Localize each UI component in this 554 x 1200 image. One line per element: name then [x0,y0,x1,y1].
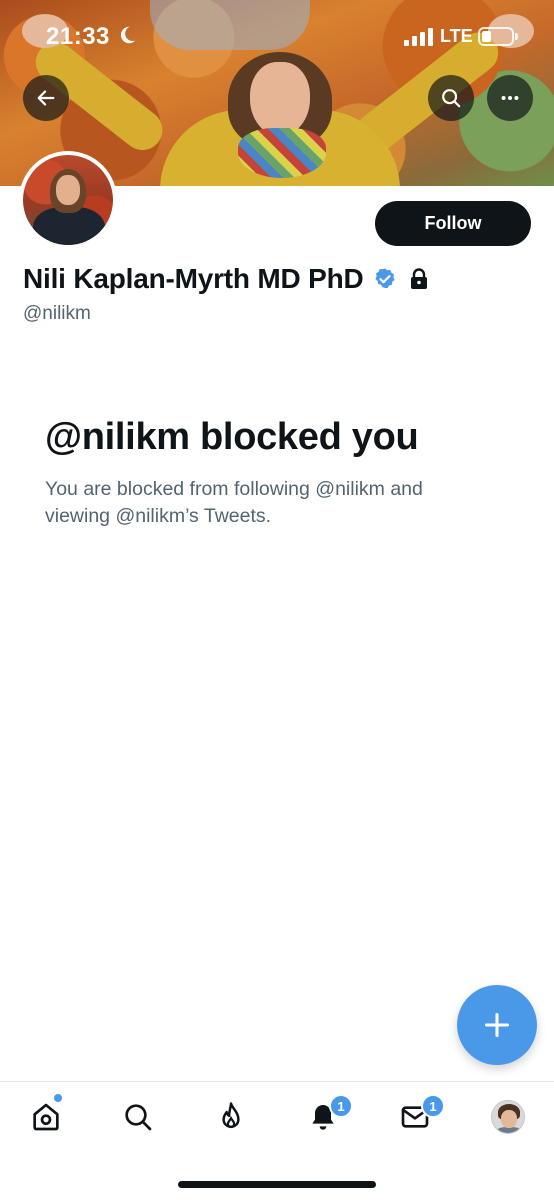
nav-spaces[interactable] [211,1099,251,1135]
home-icon [33,1103,59,1131]
messages-badge: 1 [421,1094,445,1118]
nav-search[interactable] [118,1099,158,1135]
profile-search-button[interactable] [428,75,474,121]
avatar-image [23,155,113,245]
blocked-title: @nilikm blocked you [45,416,419,458]
moon-icon [120,26,136,44]
back-arrow-icon [37,90,55,106]
compose-button[interactable] [457,985,537,1065]
profile-avatar[interactable] [19,151,117,249]
search-icon [125,1104,152,1131]
mini-avatar-shirt [496,1127,522,1133]
more-icon [501,95,519,101]
status-bar: 21:33 LTE [0,0,554,72]
plus-icon [484,1012,510,1038]
search-icon [442,89,461,108]
display-name: Nili Kaplan-Myrth MD PhD [23,263,364,294]
home-notification-dot [53,1093,63,1103]
back-button[interactable] [23,75,69,121]
verified-icon[interactable] [373,267,397,291]
more-options-button[interactable] [487,75,533,121]
notifications-badge: 1 [329,1094,353,1118]
network-label: LTE [440,26,473,46]
battery-nub [515,33,518,40]
home-indicator[interactable] [178,1181,376,1188]
battery-level [482,31,491,42]
status-time: 21:33 [46,23,110,50]
lock-icon [410,268,427,289]
spaces-icon [222,1102,240,1129]
avatar [491,1100,525,1134]
nav-profile[interactable] [488,1099,528,1135]
mini-avatar-face [501,1110,517,1128]
blocked-description: You are blocked from following @nilikm a… [45,478,423,527]
profile-handle: @nilikm [23,303,91,324]
profile-name-row: Nili Kaplan-Myrth MD PhD [23,262,429,296]
battery-icon [478,27,518,46]
banner-scarf [238,128,326,178]
banner-face [250,62,310,136]
follow-button[interactable]: Follow [375,201,531,246]
nav-home[interactable] [26,1099,66,1135]
avatar-face [56,175,80,205]
signal-icon [404,28,433,46]
